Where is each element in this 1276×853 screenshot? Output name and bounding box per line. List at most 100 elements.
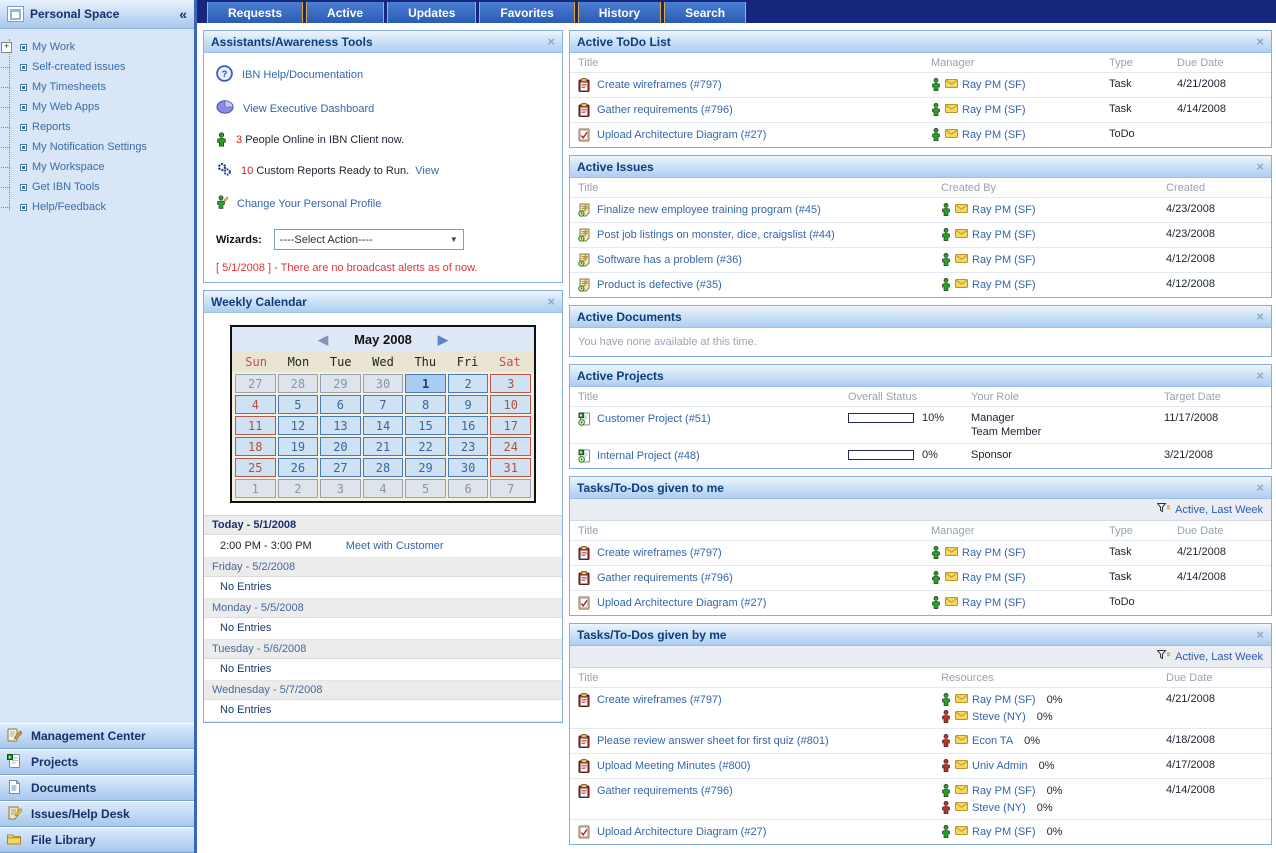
- person-link[interactable]: Ray PM (SF): [972, 826, 1036, 838]
- agenda-entry-link[interactable]: Meet with Customer: [346, 540, 444, 552]
- sidebar-tree-item[interactable]: Reports: [0, 117, 194, 137]
- email-icon[interactable]: [955, 801, 968, 814]
- tab[interactable]: History: [577, 2, 662, 23]
- calendar-day[interactable]: 14: [362, 416, 404, 435]
- calendar-day[interactable]: 27: [235, 374, 276, 393]
- email-icon[interactable]: [945, 596, 958, 609]
- sidebar-section-button[interactable]: Documents: [0, 775, 194, 801]
- sidebar-tree-item[interactable]: Get IBN Tools: [0, 177, 194, 197]
- email-icon[interactable]: [945, 78, 958, 91]
- calendar-day[interactable]: 7: [362, 395, 404, 414]
- item-link[interactable]: Upload Architecture Diagram (#27): [597, 597, 766, 609]
- person-link[interactable]: Ray PM (SF): [962, 572, 1026, 584]
- next-month-button[interactable]: ▶: [438, 332, 448, 348]
- item-link[interactable]: Finalize new employee training program (…: [597, 204, 821, 216]
- table-row[interactable]: Finalize new employee training program (…: [570, 197, 1271, 222]
- item-link[interactable]: Post job listings on monster, dice, crai…: [597, 229, 835, 241]
- sidebar-section-button[interactable]: File Library: [0, 827, 194, 853]
- table-row[interactable]: Product is defective (#35) Ray PM (SF) 4…: [570, 272, 1271, 297]
- calendar-day[interactable]: 4: [362, 479, 404, 498]
- email-icon[interactable]: [945, 128, 958, 141]
- calendar-day[interactable]: 31: [490, 458, 531, 477]
- email-icon[interactable]: [955, 203, 968, 216]
- calendar-day[interactable]: 29: [405, 458, 446, 477]
- calendar-day[interactable]: 8: [405, 395, 446, 414]
- calendar-day[interactable]: 1: [235, 479, 276, 498]
- close-icon[interactable]: ×: [547, 295, 555, 308]
- calendar-day[interactable]: 19: [277, 437, 319, 456]
- item-link[interactable]: Internal Project (#48): [597, 450, 700, 462]
- table-row[interactable]: Create wireframes (#797) Ray PM (SF) Tas…: [570, 540, 1271, 565]
- item-link[interactable]: Gather requirements (#796): [597, 104, 733, 116]
- tab[interactable]: Favorites: [479, 2, 575, 23]
- sidebar-section-button[interactable]: Issues/Help Desk: [0, 801, 194, 827]
- item-link[interactable]: Create wireframes (#797): [597, 694, 722, 706]
- person-link[interactable]: Ray PM (SF): [972, 785, 1036, 797]
- calendar-day[interactable]: 21: [362, 437, 404, 456]
- calendar-day[interactable]: 23: [447, 437, 489, 456]
- calendar-day[interactable]: 29: [320, 374, 361, 393]
- item-link[interactable]: Software has a problem (#36): [597, 254, 742, 266]
- calendar-day[interactable]: 24: [490, 437, 531, 456]
- person-link[interactable]: Ray PM (SF): [972, 204, 1036, 216]
- tab[interactable]: Updates: [387, 2, 477, 23]
- filter-link[interactable]: Active, Last Week: [1175, 651, 1263, 663]
- calendar-day[interactable]: 2: [277, 479, 319, 498]
- person-link[interactable]: Ray PM (SF): [962, 104, 1026, 116]
- expand-icon[interactable]: +: [1, 41, 12, 53]
- person-link[interactable]: Ray PM (SF): [962, 79, 1026, 91]
- sidebar-tree-item[interactable]: Help/Feedback: [0, 197, 194, 217]
- sidebar-tree-item[interactable]: My Timesheets: [0, 77, 194, 97]
- calendar-day[interactable]: 22: [405, 437, 446, 456]
- item-link[interactable]: Gather requirements (#796): [597, 572, 733, 584]
- calendar-day[interactable]: 11: [235, 416, 276, 435]
- calendar-day[interactable]: 3: [490, 374, 531, 393]
- email-icon[interactable]: [955, 710, 968, 723]
- calendar-day[interactable]: 4: [235, 395, 276, 414]
- calendar-day[interactable]: 10: [490, 395, 531, 414]
- tab[interactable]: Search: [664, 2, 747, 23]
- calendar-day[interactable]: 7: [490, 479, 531, 498]
- table-row[interactable]: Software has a problem (#36) Ray PM (SF)…: [570, 247, 1271, 272]
- calendar-day[interactable]: 30: [362, 374, 404, 393]
- person-link[interactable]: Ray PM (SF): [962, 597, 1026, 609]
- sidebar-section-button[interactable]: Projects: [0, 749, 194, 775]
- table-row[interactable]: Internal Project (#48) 0% Sponsor 3/21/2…: [570, 443, 1271, 468]
- sidebar-section-button[interactable]: Management Center: [0, 723, 194, 749]
- item-link[interactable]: Please review answer sheet for first qui…: [597, 735, 829, 747]
- calendar-day[interactable]: 12: [277, 416, 319, 435]
- calendar-day[interactable]: 17: [490, 416, 531, 435]
- person-link[interactable]: Ray PM (SF): [972, 279, 1036, 291]
- table-row[interactable]: Gather requirements (#796) Ray PM (SF) 0…: [570, 778, 1271, 819]
- calendar-day[interactable]: 5: [405, 479, 446, 498]
- email-icon[interactable]: [955, 825, 968, 838]
- table-row[interactable]: Upload Architecture Diagram (#27) Ray PM…: [570, 819, 1271, 844]
- calendar-day[interactable]: 2: [447, 374, 489, 393]
- close-icon[interactable]: ×: [1256, 310, 1264, 323]
- person-link[interactable]: Econ TA: [972, 735, 1013, 747]
- calendar-day[interactable]: 6: [320, 395, 361, 414]
- calendar-day[interactable]: 18: [235, 437, 276, 456]
- collapse-sidebar-button[interactable]: «: [179, 6, 187, 22]
- calendar-day[interactable]: 5: [277, 395, 319, 414]
- close-icon[interactable]: ×: [547, 35, 555, 48]
- calendar-day[interactable]: 28: [277, 374, 319, 393]
- close-icon[interactable]: ×: [1256, 369, 1264, 382]
- item-link[interactable]: Upload Architecture Diagram (#27): [597, 826, 766, 838]
- table-row[interactable]: Create wireframes (#797) Ray PM (SF) Tas…: [570, 72, 1271, 97]
- table-row[interactable]: Gather requirements (#796) Ray PM (SF) T…: [570, 565, 1271, 590]
- item-link[interactable]: Product is defective (#35): [597, 279, 722, 291]
- calendar-day[interactable]: 13: [320, 416, 361, 435]
- table-row[interactable]: Upload Architecture Diagram (#27) Ray PM…: [570, 590, 1271, 615]
- table-row[interactable]: Upload Meeting Minutes (#800) Univ Admin…: [570, 753, 1271, 778]
- table-row[interactable]: Customer Project (#51) 10% Manager Team M…: [570, 406, 1271, 443]
- close-icon[interactable]: ×: [1256, 628, 1264, 641]
- item-link[interactable]: Gather requirements (#796): [597, 785, 733, 797]
- sidebar-tree-item[interactable]: My Web Apps: [0, 97, 194, 117]
- person-link[interactable]: Ray PM (SF): [962, 547, 1026, 559]
- email-icon[interactable]: [945, 546, 958, 559]
- calendar-day[interactable]: 27: [320, 458, 361, 477]
- email-icon[interactable]: [945, 103, 958, 116]
- email-icon[interactable]: [955, 784, 968, 797]
- view-reports-link[interactable]: View: [415, 165, 439, 177]
